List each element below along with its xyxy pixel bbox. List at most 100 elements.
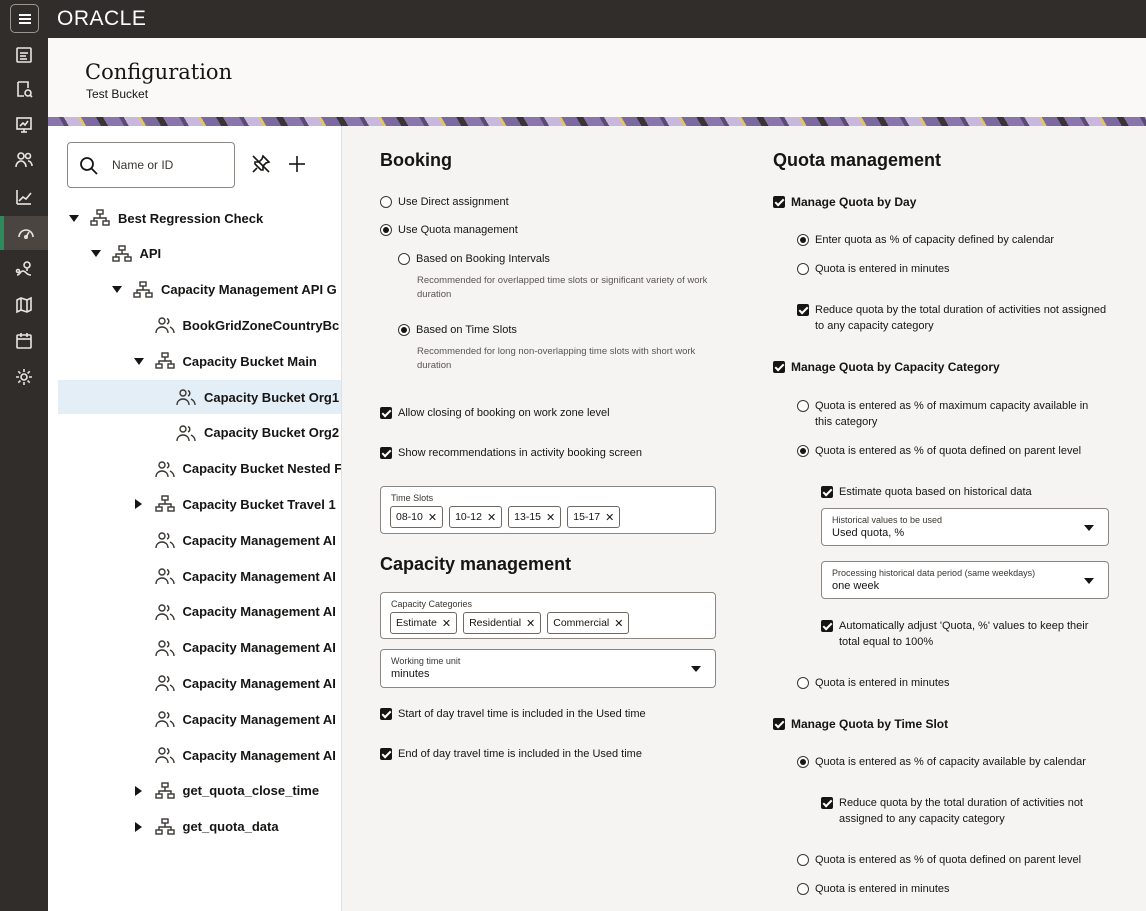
close-icon[interactable]: ✕ (428, 511, 437, 524)
allow-closing-checkbox[interactable]: Allow closing of booking on work zone le… (380, 405, 610, 421)
radio-button[interactable] (398, 253, 410, 265)
radio-button[interactable] (380, 196, 392, 208)
expand-down-icon[interactable] (68, 212, 80, 224)
slot-reduce-checkbox[interactable]: Reduce quota by the total duration of ac… (821, 795, 1091, 827)
tree-node[interactable]: Best Regression Check (58, 201, 341, 235)
checkbox[interactable] (380, 407, 392, 419)
capacity-categories-field[interactable]: Capacity Categories Estimate ✕ Residential… (380, 592, 716, 639)
chip[interactable]: 10-12 ✕ (449, 506, 503, 528)
collapse-right-icon[interactable] (133, 785, 145, 797)
direct-assignment-option[interactable]: Use Direct assignment (380, 194, 509, 210)
quota-by-day-checkbox[interactable]: Manage Quota by Day (773, 194, 916, 210)
radio-button[interactable] (797, 445, 809, 457)
slot-calendar-option[interactable]: Quota is entered as % of capacity availa… (797, 754, 1086, 770)
tree-node[interactable]: Capacity Bucket Org1 (58, 380, 341, 414)
collapse-right-icon[interactable] (133, 821, 145, 833)
close-icon[interactable]: ✕ (614, 617, 623, 630)
tree-node[interactable]: Capacity Management AI (58, 523, 341, 557)
search-input[interactable] (112, 155, 230, 175)
radio-button[interactable] (797, 400, 809, 412)
analytics-icon[interactable] (0, 180, 48, 214)
end-travel-checkbox[interactable]: End of day travel time is included in th… (380, 746, 642, 762)
tree-node[interactable]: API (58, 237, 341, 271)
category-parent-option[interactable]: Quota is entered as % of quota defined o… (797, 443, 1081, 459)
time-slots-field[interactable]: Time Slots 08-10 ✕ 10-12 ✕ 13-15 ✕ 15-17 ✕ (380, 486, 716, 534)
historical-period-select[interactable]: Processing historical data period (same … (821, 561, 1109, 599)
quota-management-option[interactable]: Use Quota management (380, 222, 518, 238)
radio-button[interactable] (380, 224, 392, 236)
resources-icon[interactable] (0, 143, 48, 177)
radio-button[interactable] (797, 854, 809, 866)
radio-button[interactable] (797, 677, 809, 689)
activity-search-icon[interactable] (0, 72, 48, 106)
auto-adjust-checkbox[interactable]: Automatically adjust 'Quota, %' values t… (821, 618, 1111, 650)
tree-node[interactable]: Capacity Management AI (58, 559, 341, 593)
dispatch-console-icon[interactable] (0, 38, 48, 72)
working-time-unit-select[interactable]: Working time unit minutes (380, 649, 716, 688)
close-icon[interactable]: ✕ (442, 617, 451, 630)
collapse-right-icon[interactable] (133, 498, 145, 510)
checkbox[interactable] (821, 620, 833, 632)
day-percent-option[interactable]: Enter quota as % of capacity defined by … (797, 232, 1054, 248)
tree-node[interactable]: Capacity Management AI (58, 738, 341, 772)
checkbox[interactable] (380, 748, 392, 760)
show-recommendations-checkbox[interactable]: Show recommendations in activity booking… (380, 445, 642, 461)
checkbox[interactable] (821, 486, 833, 498)
slot-parent-option[interactable]: Quota is entered as % of quota defined o… (797, 852, 1081, 868)
checkbox[interactable] (797, 304, 809, 316)
radio-button[interactable] (797, 263, 809, 275)
tree-node[interactable]: Capacity Management AI (58, 702, 341, 736)
hamburger-menu-icon[interactable] (10, 4, 39, 33)
tree-node[interactable]: Capacity Bucket Main (58, 344, 341, 378)
calendar-icon[interactable] (0, 324, 48, 358)
expand-down-icon[interactable] (111, 284, 123, 296)
day-minutes-option[interactable]: Quota is entered in minutes (797, 261, 950, 277)
booking-intervals-option[interactable]: Based on Booking Intervals (398, 251, 550, 267)
quota-by-category-checkbox[interactable]: Manage Quota by Capacity Category (773, 359, 1000, 375)
close-icon[interactable]: ✕ (526, 617, 535, 630)
map-icon[interactable] (0, 288, 48, 322)
chip[interactable]: Residential ✕ (463, 612, 542, 634)
radio-button[interactable] (797, 756, 809, 768)
category-minutes-option[interactable]: Quota is entered in minutes (797, 675, 950, 691)
start-travel-checkbox[interactable]: Start of day travel time is included in … (380, 706, 646, 722)
day-reduce-checkbox[interactable]: Reduce quota by the total duration of ac… (797, 302, 1117, 334)
checkbox[interactable] (773, 361, 785, 373)
tree-node[interactable]: Capacity Management API G (58, 273, 341, 307)
unpin-icon[interactable] (249, 152, 273, 176)
slot-minutes-option[interactable]: Quota is entered in minutes (797, 881, 950, 897)
checkbox[interactable] (380, 447, 392, 459)
estimate-historical-checkbox[interactable]: Estimate quota based on historical data (821, 484, 1032, 500)
tree-node[interactable]: get_quota_close_time (58, 774, 341, 808)
tree-node[interactable]: Capacity Management AI (58, 595, 341, 629)
radio-button[interactable] (398, 324, 410, 336)
tree-node[interactable]: get_quota_data (58, 810, 341, 844)
category-max-option[interactable]: Quota is entered as % of maximum capacit… (797, 398, 1107, 430)
chip[interactable]: Estimate ✕ (390, 612, 458, 634)
chip[interactable]: 08-10 ✕ (390, 506, 444, 528)
checkbox[interactable] (773, 196, 785, 208)
checkbox[interactable] (821, 797, 833, 809)
tree-node[interactable]: Capacity Management AI (58, 631, 341, 665)
tree-node[interactable]: BookGridZoneCountryBc (58, 308, 341, 342)
chip[interactable]: 13-15 ✕ (508, 506, 562, 528)
settings-gear-icon[interactable] (0, 360, 48, 394)
search-box[interactable] (67, 142, 235, 188)
historical-values-select[interactable]: Historical values to be used Used quota,… (821, 508, 1109, 546)
expand-down-icon[interactable] (90, 248, 102, 260)
radio-button[interactable] (797, 234, 809, 246)
checkbox[interactable] (773, 718, 785, 730)
radio-button[interactable] (797, 883, 809, 895)
add-icon[interactable] (285, 152, 309, 176)
tree-node[interactable]: Capacity Bucket Travel 1 (58, 487, 341, 521)
chip[interactable]: Commercial ✕ (547, 612, 630, 634)
dashboard-icon[interactable] (0, 108, 48, 142)
route-planning-icon[interactable] (0, 252, 48, 286)
close-icon[interactable]: ✕ (487, 511, 496, 524)
close-icon[interactable]: ✕ (546, 511, 555, 524)
expand-down-icon[interactable] (133, 355, 145, 367)
time-slots-option[interactable]: Based on Time Slots (398, 322, 517, 338)
chip[interactable]: 15-17 ✕ (567, 506, 621, 528)
quota-by-slot-checkbox[interactable]: Manage Quota by Time Slot (773, 716, 948, 732)
tree-node[interactable]: Capacity Bucket Org2 (58, 416, 341, 450)
